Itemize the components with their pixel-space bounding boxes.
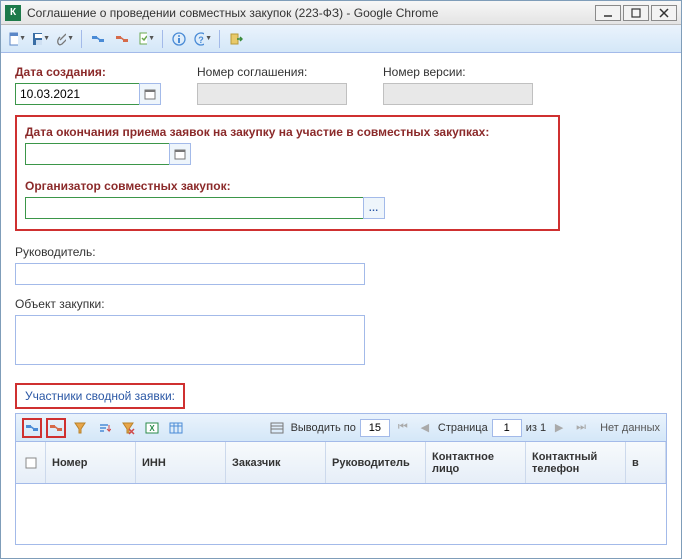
grid-config-icon[interactable] [267,418,287,438]
minimize-button[interactable] [595,5,621,21]
separator [81,30,82,48]
info-icon[interactable] [169,29,189,49]
new-document-icon[interactable]: ▼ [7,29,27,49]
director-label: Руководитель: [15,245,667,259]
organizer-label: Организатор совместных закупок: [25,179,550,193]
main-toolbar: ▼ ▼ ▼ ▼ ? ▼ [1,25,681,53]
clear-filter-icon[interactable] [118,418,138,438]
grid-settings-icon[interactable] [166,418,186,438]
calendar-icon[interactable] [169,143,191,165]
sort-asc-icon[interactable] [94,418,114,438]
col-more[interactable]: в [626,442,666,483]
excel-export-icon[interactable]: X [142,418,162,438]
grid-header-row: Номер ИНН Заказчик Руководитель Контактн… [16,442,666,484]
organizer-input[interactable] [25,197,363,219]
agreement-no-input [197,83,347,105]
col-customer[interactable]: Заказчик [226,442,326,483]
participants-grid: X Выводить по ⏮ ◀ Страница из 1 ▶ [15,413,667,545]
titlebar: К Соглашение о проведении совместных зак… [1,1,681,25]
exit-icon[interactable] [226,29,246,49]
chevron-down-icon: ▼ [43,35,50,42]
chevron-down-icon: ▼ [148,35,155,42]
created-date-label: Дата создания: [15,65,161,79]
col-director[interactable]: Руководитель [326,442,426,483]
grid-body [16,484,666,544]
app-icon: К [5,5,21,21]
chevron-down-icon: ▼ [19,35,26,42]
first-page-icon[interactable]: ⏮ [394,419,412,437]
director-input[interactable] [15,263,365,285]
svg-text:X: X [149,424,155,433]
last-page-icon[interactable]: ⏭ [572,419,590,437]
separator [162,30,163,48]
next-page-icon[interactable]: ▶ [550,419,568,437]
deadline-label: Дата окончания приема заявок на закупку … [25,125,550,139]
calendar-icon[interactable] [139,83,161,105]
document-action-icon[interactable]: ▼ [136,29,156,49]
deadline-input[interactable] [25,143,169,165]
app-window: К Соглашение о проведении совместных зак… [0,0,682,559]
separator [219,30,220,48]
chevron-down-icon: ▼ [67,35,74,42]
link-blue-icon[interactable] [88,29,108,49]
col-contact-person[interactable]: Контактное лицо [426,442,526,483]
save-icon[interactable]: ▼ [31,29,51,49]
attachment-icon[interactable]: ▼ [55,29,75,49]
object-label: Объект закупки: [15,297,667,311]
grid-remove-icon[interactable] [46,418,66,438]
close-button[interactable] [651,5,677,21]
col-contact-phone[interactable]: Контактный телефон [526,442,626,483]
page-size-label: Выводить по [291,422,356,434]
chevron-down-icon: ▼ [205,35,212,42]
version-no-input [383,83,533,105]
grid-add-icon[interactable] [22,418,42,438]
grid-toolbar: X Выводить по ⏮ ◀ Страница из 1 ▶ [16,414,666,442]
prev-page-icon[interactable]: ◀ [416,419,434,437]
link-red-icon[interactable] [112,29,132,49]
window-title: Соглашение о проведении совместных закуп… [27,6,595,20]
page-of-label: из 1 [526,422,546,434]
version-no-label: Номер версии: [383,65,533,79]
required-section-highlight: Дата окончания приема заявок на закупку … [15,115,560,231]
pager: Выводить по ⏮ ◀ Страница из 1 ▶ ⏭ Нет да… [291,419,660,437]
filter-icon[interactable] [70,418,90,438]
created-date-input[interactable] [15,83,139,105]
grid-checkbox-header[interactable] [16,442,46,483]
object-textarea[interactable] [15,315,365,365]
page-label: Страница [438,422,488,434]
col-inn[interactable]: ИНН [136,442,226,483]
no-data-label: Нет данных [600,422,660,434]
page-current-input[interactable] [492,419,522,437]
page-size-input[interactable] [360,419,390,437]
lookup-icon[interactable]: … [363,197,385,219]
maximize-button[interactable] [623,5,649,21]
svg-text:?: ? [198,35,204,45]
participants-section-label: Участники сводной заявки: [15,383,185,409]
col-number[interactable]: Номер [46,442,136,483]
help-icon[interactable]: ? ▼ [193,29,213,49]
agreement-no-label: Номер соглашения: [197,65,347,79]
form-content: Дата создания: Номер соглашения: Номер в… [1,53,681,558]
